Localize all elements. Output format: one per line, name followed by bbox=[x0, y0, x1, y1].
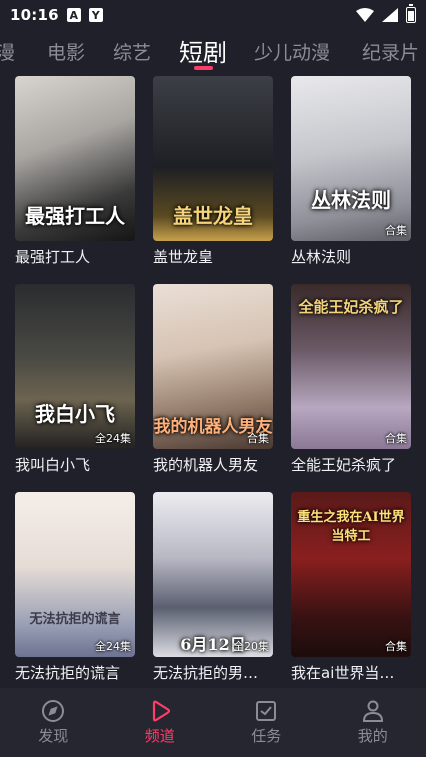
nav-me[interactable]: 我的 bbox=[320, 688, 426, 757]
wifi-icon bbox=[356, 8, 374, 22]
episode-badge: 合集 bbox=[247, 432, 269, 445]
poster-image[interactable]: 丛林法则 合集 bbox=[291, 76, 411, 241]
drama-title[interactable]: 我叫白小飞 bbox=[15, 454, 135, 475]
drama-title[interactable]: 我的机器人男友 bbox=[153, 454, 273, 475]
poster-image[interactable]: 无法抗拒的谎言 全24集 bbox=[15, 492, 135, 657]
drama-title[interactable]: 全能王妃杀疯了 bbox=[291, 454, 411, 475]
channel-tabs: 漫 电影 综艺 短剧 少儿动漫 纪录片 bbox=[0, 30, 426, 70]
drama-card[interactable]: 我白小飞 全24集 我叫白小飞 bbox=[15, 284, 135, 475]
tab-variety[interactable]: 综艺 bbox=[113, 38, 151, 65]
drama-title[interactable]: 最强打工人 bbox=[15, 246, 135, 267]
poster-image[interactable]: 我的机器人男友 合集 bbox=[153, 284, 273, 449]
tab-documentary[interactable]: 纪录片 bbox=[362, 38, 419, 65]
user-icon bbox=[362, 700, 383, 722]
drama-card[interactable]: 丛林法则 合集 丛林法则 bbox=[291, 76, 411, 267]
tab-short-drama[interactable]: 短剧 bbox=[179, 33, 227, 68]
episode-badge: 合集 bbox=[385, 640, 407, 653]
drama-title[interactable]: 丛林法则 bbox=[291, 246, 411, 267]
poster-image[interactable]: 盖世龙皇 bbox=[153, 76, 273, 241]
nav-tasks[interactable]: 任务 bbox=[213, 688, 319, 757]
drama-title[interactable]: 盖世龙皇 bbox=[153, 246, 273, 267]
drama-card[interactable]: 6月12日 全20集 无法抗拒的男… bbox=[153, 492, 273, 683]
nav-label: 我的 bbox=[357, 727, 388, 745]
poster-title-art: 无法抗拒的谎言 bbox=[29, 612, 121, 627]
poster-title-art: 盖世龙皇 bbox=[173, 204, 253, 228]
nav-discover[interactable]: 发现 bbox=[0, 688, 106, 757]
tab-anime[interactable]: 漫 bbox=[0, 38, 15, 65]
drama-title[interactable]: 我在ai世界当… bbox=[291, 662, 411, 683]
status-time: 10:16 bbox=[10, 6, 59, 24]
poster-image[interactable]: 全能王妃杀疯了 合集 bbox=[291, 284, 411, 449]
drama-card[interactable]: 重生之我在AI世界当特工 合集 我在ai世界当… bbox=[291, 492, 411, 683]
drama-card[interactable]: 全能王妃杀疯了 合集 全能王妃杀疯了 bbox=[291, 284, 411, 475]
active-tab-indicator bbox=[194, 66, 213, 70]
episode-badge: 全24集 bbox=[95, 640, 131, 653]
compass-icon bbox=[42, 700, 65, 722]
task-icon bbox=[256, 701, 277, 721]
episode-badge: 全24集 bbox=[95, 432, 131, 445]
poster-image[interactable]: 6月12日 全20集 bbox=[153, 492, 273, 657]
tab-kids-anime[interactable]: 少儿动漫 bbox=[254, 38, 330, 65]
poster-title-art: 全能王妃杀疯了 bbox=[298, 298, 404, 316]
episode-badge: 全20集 bbox=[233, 640, 269, 653]
nav-label: 发现 bbox=[38, 727, 69, 745]
drama-card[interactable]: 最强打工人 最强打工人 bbox=[15, 76, 135, 267]
poster-image[interactable]: 最强打工人 bbox=[15, 76, 135, 241]
poster-title-art: 我白小飞 bbox=[35, 402, 115, 426]
nav-channel[interactable]: 频道 bbox=[107, 688, 213, 757]
poster-title-art: 重生之我在AI世界当特工 bbox=[297, 510, 405, 544]
poster-title-art: 最强打工人 bbox=[25, 204, 125, 228]
poster-title-art: 丛林法则 bbox=[311, 188, 391, 212]
episode-badge: 合集 bbox=[385, 224, 407, 237]
drama-title[interactable]: 无法抗拒的谎言 bbox=[15, 662, 135, 683]
drama-card[interactable]: 无法抗拒的谎言 全24集 无法抗拒的谎言 bbox=[15, 492, 135, 683]
nav-label: 频道 bbox=[144, 727, 175, 745]
status-bar: 10:16 A Y bbox=[0, 0, 426, 30]
play-icon bbox=[152, 700, 170, 722]
notification-app-icon-2: Y bbox=[88, 8, 103, 22]
signal-icon bbox=[382, 8, 398, 22]
poster-image[interactable]: 我白小飞 全24集 bbox=[15, 284, 135, 449]
battery-icon bbox=[406, 4, 416, 23]
nav-label: 任务 bbox=[251, 727, 282, 745]
bottom-nav: 发现 频道 任务 我的 bbox=[0, 688, 426, 757]
episode-badge: 合集 bbox=[385, 432, 407, 445]
notification-app-icon: A bbox=[66, 8, 81, 22]
tab-movie[interactable]: 电影 bbox=[47, 38, 85, 65]
drama-title[interactable]: 无法抗拒的男… bbox=[153, 662, 273, 683]
drama-card[interactable]: 盖世龙皇 盖世龙皇 bbox=[153, 76, 273, 267]
poster-image[interactable]: 重生之我在AI世界当特工 合集 bbox=[291, 492, 411, 657]
drama-card[interactable]: 我的机器人男友 合集 我的机器人男友 bbox=[153, 284, 273, 475]
